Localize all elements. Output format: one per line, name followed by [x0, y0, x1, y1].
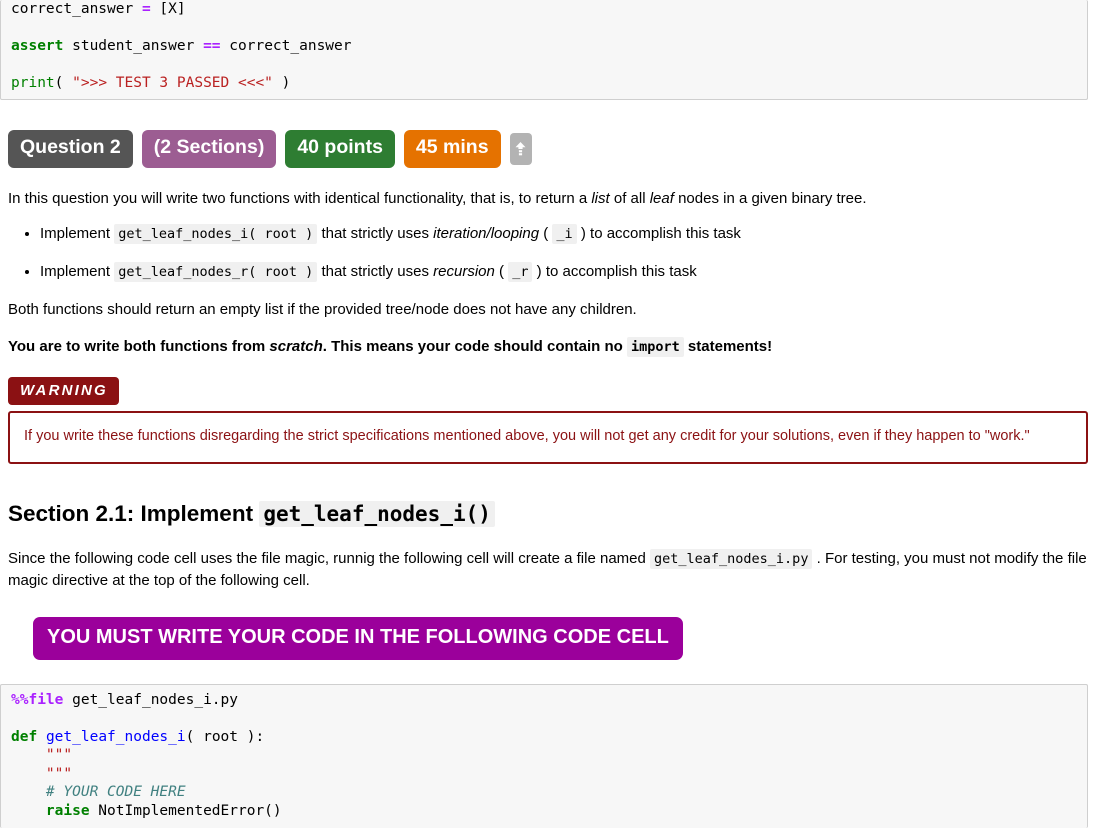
code-token: assert — [11, 38, 63, 54]
question-badge-row: Question 2 (2 Sections) 40 points 45 min… — [8, 130, 1088, 168]
section-desc-a: Since the following code cell uses the f… — [8, 550, 650, 567]
intro-text-a: In this question you will write two func… — [8, 190, 591, 207]
bullet-tail: to accomplish this task — [546, 263, 697, 280]
code-token: ( root ): — [186, 729, 265, 745]
warning-box: If you write these functions disregardin… — [8, 411, 1088, 464]
code-token: ) — [273, 75, 290, 91]
code-line: """ — [11, 765, 1077, 784]
bullet-mid: that strictly uses — [317, 225, 433, 242]
intro-text-c: nodes in a given binary tree. — [674, 190, 867, 207]
code-token: get_leaf_nodes_i — [46, 729, 186, 745]
requirements-list: Implement get_leaf_nodes_i( root ) that … — [8, 223, 1088, 283]
code-token: def — [11, 729, 37, 745]
scratch-text-a: You are to write both functions from — [8, 338, 269, 355]
arrow-up-icon[interactable] — [510, 133, 532, 165]
code-line: print( ">>> TEST 3 PASSED <<<" ) — [11, 74, 1077, 93]
bullet-paren-open: ( — [495, 263, 508, 280]
sections-count-badge: (2 Sections) — [142, 130, 277, 168]
bullet-paren-close: ) — [577, 225, 590, 242]
filename-code: get_leaf_nodes_i.py — [650, 549, 812, 569]
must-write-code-banner: YOU MUST WRITE YOUR CODE IN THE FOLLOWIN… — [33, 617, 683, 660]
code-line: correct_answer = [X] — [11, 0, 1077, 19]
code-token: = — [142, 1, 151, 17]
code-line: """ — [11, 746, 1077, 765]
code-token — [11, 803, 46, 819]
code-token: # YOUR CODE HERE — [11, 784, 186, 800]
bullet-paren-open: ( — [539, 225, 552, 242]
code-line: assert student_answer == correct_answer — [11, 37, 1077, 56]
intro-em-list: list — [591, 190, 609, 207]
code-token: get_leaf_nodes_i.py — [63, 692, 238, 708]
scratch-text-c: statements! — [684, 338, 772, 355]
intro-text-b: of all — [610, 190, 650, 207]
list-item: Implement get_leaf_nodes_r( root ) that … — [40, 261, 1088, 283]
code-token: ">>> TEST 3 PASSED <<<" — [72, 75, 273, 91]
section-heading-text: Section 2.1: Implement — [8, 501, 259, 526]
bullet-lead: Implement — [40, 263, 114, 280]
suffix-code: _i — [552, 224, 576, 244]
code-line: # YOUR CODE HERE — [11, 783, 1077, 802]
intro-paragraph: In this question you will write two func… — [8, 188, 1088, 209]
question-number-badge: Question 2 — [8, 130, 133, 168]
scratch-emphasis: scratch — [269, 338, 322, 355]
code-token: NotImplementedError() — [90, 803, 282, 819]
code-token: print — [11, 75, 55, 91]
code-token: """ — [11, 766, 72, 782]
function-signature-code: get_leaf_nodes_r( root ) — [114, 262, 317, 282]
code-token: student_answer — [63, 38, 203, 54]
section-heading-code: get_leaf_nodes_i() — [259, 501, 495, 527]
intro-em-leaf: leaf — [650, 190, 674, 207]
code-line: def get_leaf_nodes_i( root ): — [11, 728, 1077, 747]
points-badge: 40 points — [285, 130, 395, 168]
code-line — [11, 709, 1077, 728]
section-heading: Section 2.1: Implement get_leaf_nodes_i(… — [8, 500, 1088, 528]
code-token: == — [203, 38, 220, 54]
suffix-code: _r — [508, 262, 532, 282]
scratch-text-b: . This means your code should contain no — [323, 338, 627, 355]
code-token — [37, 729, 46, 745]
bullet-tail: to accomplish this task — [590, 225, 741, 242]
test-3-code-cell[interactable]: correct_answer = [X] assert student_answ… — [0, 0, 1088, 100]
code-token: %%file — [11, 692, 63, 708]
list-item: Implement get_leaf_nodes_i( root ) that … — [40, 223, 1088, 245]
code-line — [11, 19, 1077, 38]
warning-label-badge: WARNING — [8, 377, 119, 405]
time-badge: 45 mins — [404, 130, 501, 168]
function-signature-code: get_leaf_nodes_i( root ) — [114, 224, 317, 244]
scratch-note: You are to write both functions from scr… — [8, 336, 1088, 358]
code-token: [X] — [151, 1, 186, 17]
code-token: raise — [46, 803, 90, 819]
code-line: %%file get_leaf_nodes_i.py — [11, 691, 1077, 710]
bullet-lead: Implement — [40, 225, 114, 242]
section-description: Since the following code cell uses the f… — [8, 548, 1088, 591]
bullet-mid: that strictly uses — [317, 263, 433, 280]
code-token: correct_answer — [221, 38, 352, 54]
code-line: raise NotImplementedError() — [11, 802, 1077, 821]
code-token: """ — [11, 747, 72, 763]
import-keyword-code: import — [627, 337, 684, 357]
empty-list-note: Both functions should return an empty li… — [8, 299, 1088, 320]
code-line — [11, 56, 1077, 75]
bullet-paren-close: ) — [532, 263, 545, 280]
code-token: correct_answer — [11, 1, 142, 17]
get-leaf-nodes-i-code-cell[interactable]: %%file get_leaf_nodes_i.py def get_leaf_… — [0, 684, 1088, 828]
bullet-emphasis: recursion — [433, 263, 495, 280]
code-token: ( — [55, 75, 72, 91]
bullet-emphasis: iteration/looping — [433, 225, 539, 242]
